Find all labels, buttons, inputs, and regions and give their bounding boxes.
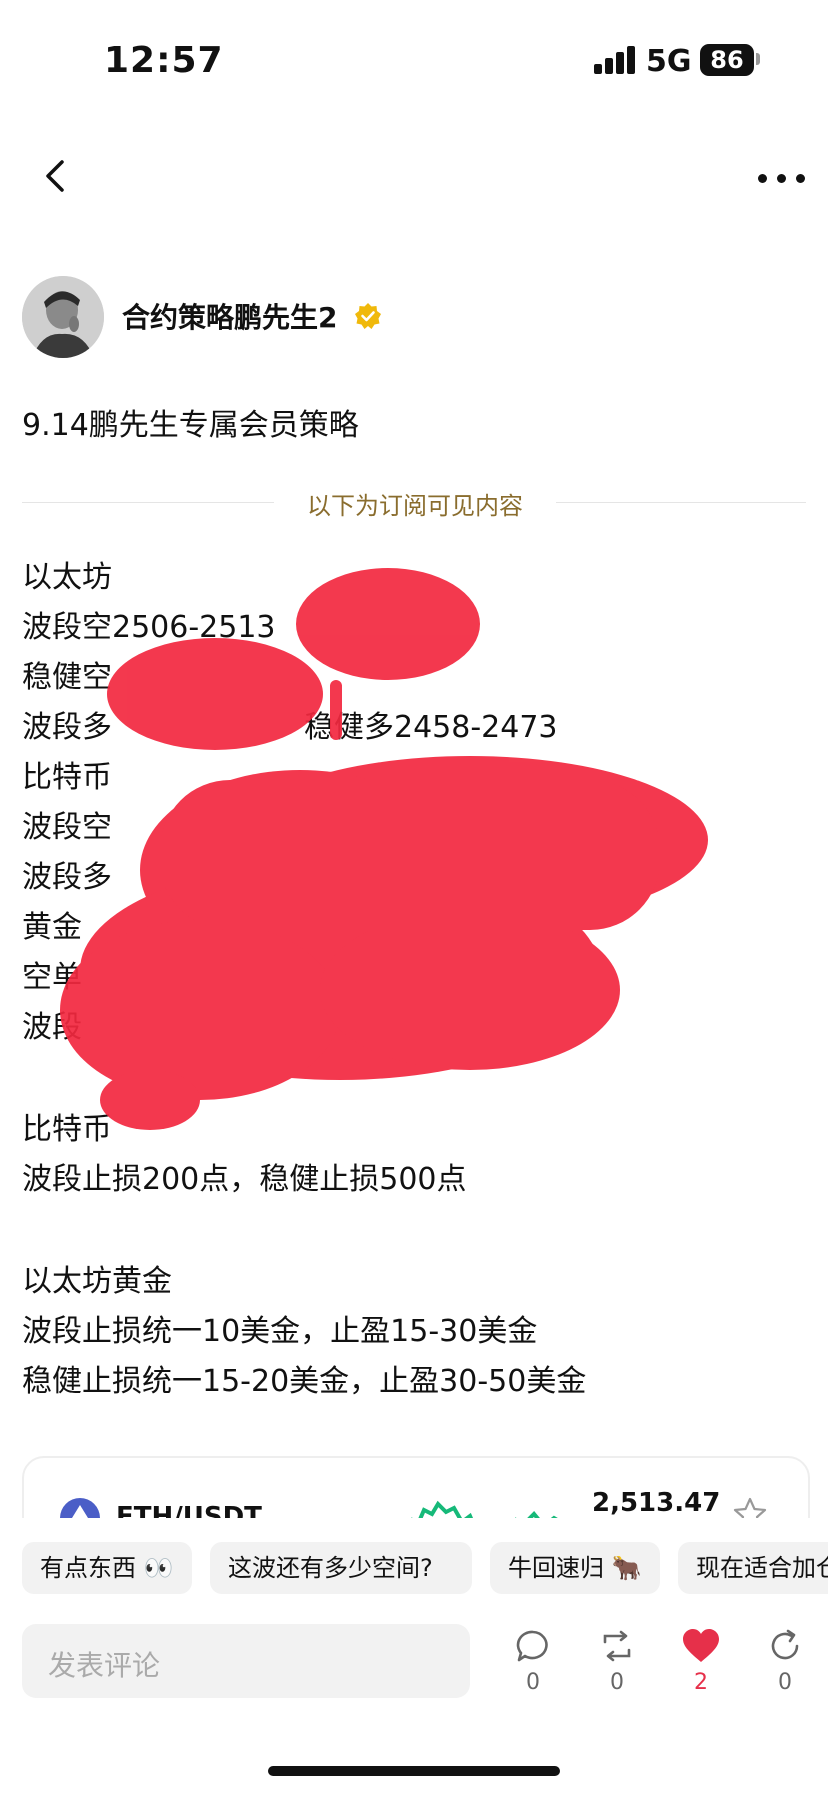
- comment-count: 0: [526, 1670, 540, 1695]
- battery-tip: [756, 53, 760, 65]
- repost-count: 0: [610, 1670, 624, 1695]
- comment-input[interactable]: 发表评论: [22, 1624, 470, 1698]
- signal-icon: [594, 46, 636, 74]
- bottom-panel: 有点东西 👀 这波还有多少空间? 牛回速归 🐂 现在适合加仓吗 发表评论 0 0…: [0, 1518, 828, 1796]
- content-line: 黄金: [22, 910, 82, 945]
- share-count: 0: [778, 1670, 792, 1695]
- quick-reply-chip[interactable]: 牛回速归 🐂: [490, 1542, 660, 1594]
- subscription-divider-label: 以下为订阅可见内容: [307, 492, 523, 520]
- content-line: 波段多: [22, 710, 112, 745]
- chevron-left-icon[interactable]: [38, 158, 74, 194]
- battery-icon: 86: [700, 44, 754, 76]
- content-line: 波段多: [22, 860, 112, 895]
- content-line: 波段止损统一10美金，止盈15-30美金: [22, 1314, 538, 1349]
- price-value: 2,513.47: [592, 1488, 721, 1518]
- content-line: 以太坊: [22, 560, 112, 595]
- divider-right: [556, 502, 806, 503]
- status-bar: 12:57 5G 86: [0, 0, 828, 120]
- quick-reply-chip[interactable]: 这波还有多少空间?: [210, 1542, 472, 1594]
- repost-button[interactable]: 0: [587, 1628, 647, 1695]
- content-line: 稳健止损统一15-20美金，止盈30-50美金: [22, 1364, 587, 1399]
- heart-icon: [683, 1629, 719, 1662]
- content-line: 比特币: [22, 760, 112, 795]
- quick-reply-chip[interactable]: 现在适合加仓吗: [678, 1542, 828, 1594]
- content-line: 波段空: [22, 810, 112, 845]
- content-line: 比特币: [22, 1112, 112, 1147]
- content-line: 波段止损200点，稳健止损500点: [22, 1162, 467, 1197]
- post-title: 9.14鹏先生专属会员策略: [22, 408, 359, 443]
- share-icon: [771, 1629, 799, 1660]
- content-line-fragment: 稳健多2458-2473: [304, 710, 558, 745]
- quick-reply-chip[interactable]: 有点东西 👀: [22, 1542, 192, 1594]
- content-line: 空单: [22, 960, 82, 995]
- home-indicator: [268, 1766, 560, 1776]
- repost-icon: [603, 1630, 631, 1662]
- avatar[interactable]: [22, 276, 104, 358]
- content-line: 稳健空: [22, 660, 112, 695]
- comment-icon: [516, 1630, 548, 1662]
- content-line: 波段空2506-2513: [22, 610, 276, 645]
- content-line: 以太坊黄金: [22, 1264, 172, 1299]
- comment-button[interactable]: 0: [503, 1628, 563, 1695]
- divider-left: [22, 502, 274, 503]
- like-button[interactable]: 2: [671, 1628, 731, 1695]
- content-line: 波段: [22, 1010, 82, 1045]
- verified-badge-icon: [355, 303, 381, 329]
- share-button[interactable]: 0: [755, 1628, 815, 1695]
- ellipsis-icon[interactable]: [758, 174, 806, 184]
- quick-reply-bar: 有点东西 👀 这波还有多少空间? 牛回速归 🐂 现在适合加仓吗: [0, 1542, 828, 1594]
- author-name[interactable]: 合约策略鹏先生2: [122, 296, 337, 336]
- status-time: 12:57: [104, 40, 224, 81]
- network-label: 5G: [646, 44, 692, 79]
- comment-placeholder: 发表评论: [48, 1649, 161, 1682]
- like-count: 2: [694, 1670, 708, 1695]
